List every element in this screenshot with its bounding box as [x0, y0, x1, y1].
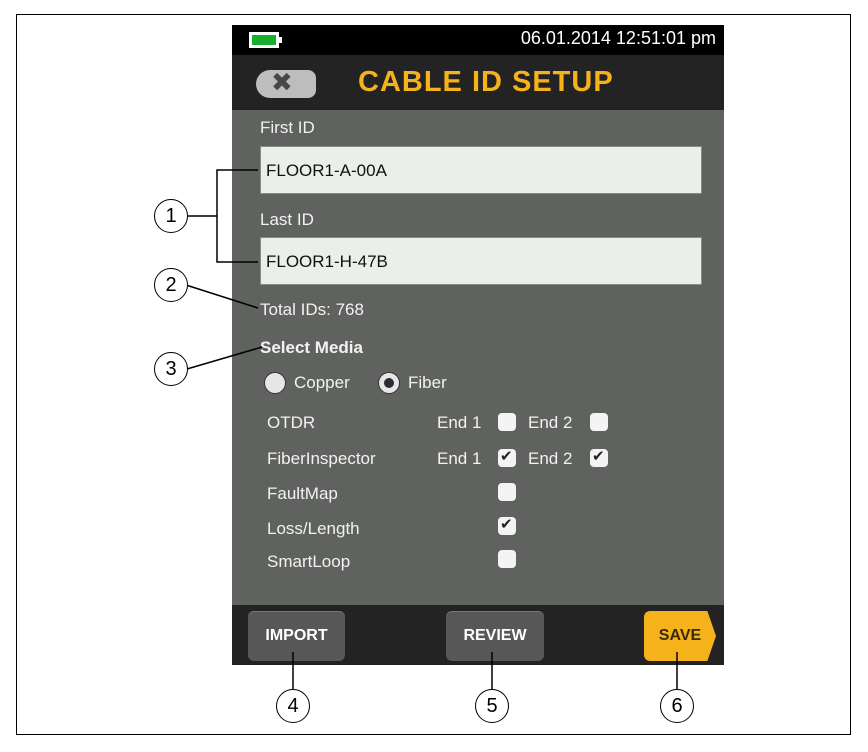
- callout-4: 4: [276, 689, 310, 723]
- callout-3: 3: [154, 352, 188, 386]
- callout-2: 2: [154, 268, 188, 302]
- callout-leader-lines: [185, 169, 678, 689]
- callout-1: 1: [154, 199, 188, 233]
- callout-5: 5: [475, 689, 509, 723]
- callout-6: 6: [660, 689, 694, 723]
